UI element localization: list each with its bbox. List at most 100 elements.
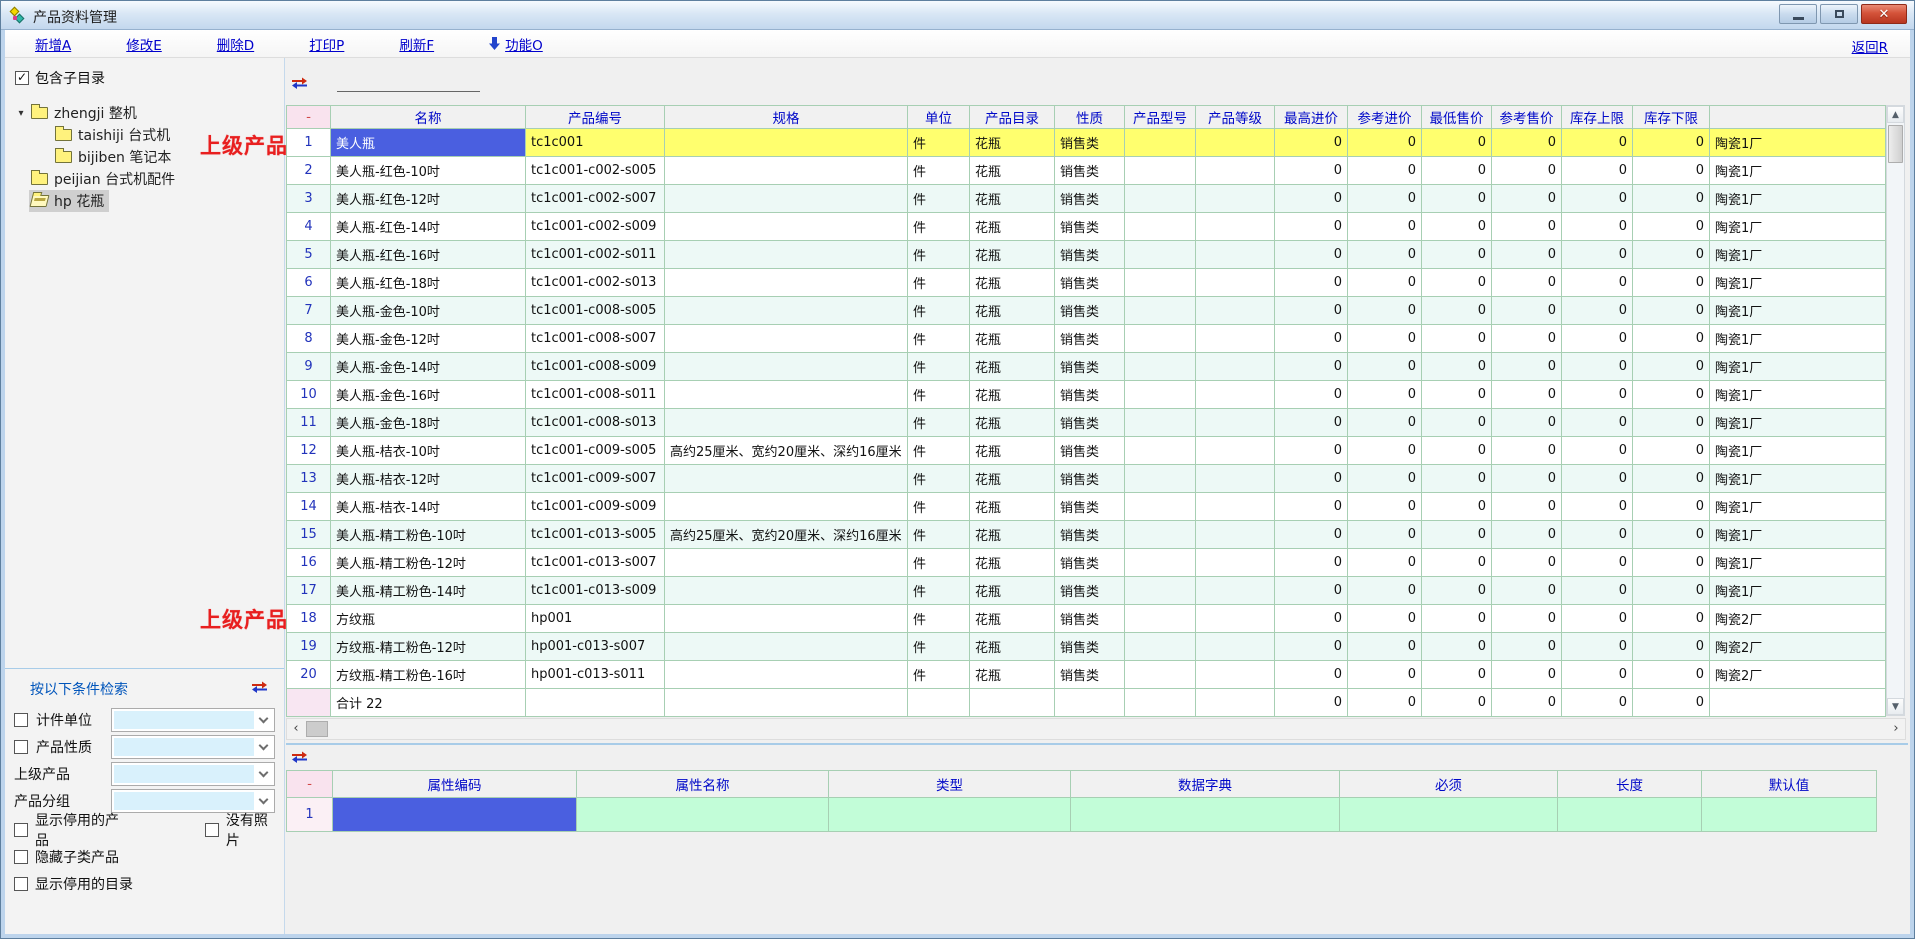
table-cell[interactable]	[1125, 325, 1196, 353]
table-cell[interactable]: 11	[287, 409, 331, 437]
table-cell[interactable]: 美人瓶-金色-10吋	[331, 297, 526, 325]
table-cell[interactable]: 花瓶	[970, 577, 1055, 605]
column-header-最低售价[interactable]: 最低售价	[1422, 106, 1492, 129]
table-cell[interactable]	[577, 798, 829, 832]
table-cell[interactable]	[1196, 633, 1275, 661]
table-cell[interactable]: 0	[1422, 213, 1492, 241]
table-cell[interactable]: 销售类	[1055, 129, 1125, 157]
table-cell[interactable]: 美人瓶-金色-18吋	[331, 409, 526, 437]
table-cell[interactable]: 0	[1633, 325, 1710, 353]
table-cell[interactable]: 花瓶	[970, 661, 1055, 689]
table-cell[interactable]: 件	[908, 577, 970, 605]
vertical-scrollbar[interactable]: ▲ ▼	[1886, 105, 1905, 716]
table-cell[interactable]: 7	[287, 297, 331, 325]
filter-input[interactable]	[337, 72, 480, 92]
table-cell[interactable]: 件	[908, 437, 970, 465]
table-cell[interactable]: 件	[908, 297, 970, 325]
table-cell[interactable]: 0	[1492, 157, 1562, 185]
table-cell[interactable]	[1196, 129, 1275, 157]
table-cell[interactable]: 0	[1275, 185, 1348, 213]
swap-icon[interactable]	[251, 679, 268, 693]
table-cell[interactable]: 0	[1275, 661, 1348, 689]
scroll-up-icon[interactable]: ▲	[1887, 106, 1904, 123]
table-cell[interactable]: 陶瓷1厂	[1710, 241, 1886, 269]
table-cell[interactable]	[1340, 798, 1558, 832]
table-cell[interactable]: 件	[908, 325, 970, 353]
table-cell[interactable]: 0	[1348, 577, 1422, 605]
table-cell[interactable]	[665, 129, 908, 157]
table-cell[interactable]: 销售类	[1055, 325, 1125, 353]
table-cell[interactable]: 陶瓷1厂	[1710, 269, 1886, 297]
table-cell[interactable]	[665, 661, 908, 689]
table-cell[interactable]: 15	[287, 521, 331, 549]
search-dropdown-1[interactable]	[111, 708, 275, 732]
table-cell[interactable]: 方纹瓶-精工粉色-12吋	[331, 633, 526, 661]
table-cell[interactable]: 0	[1562, 241, 1633, 269]
table-cell[interactable]	[1196, 269, 1275, 297]
table-cell[interactable]	[1125, 409, 1196, 437]
table-cell[interactable]: 0	[1633, 577, 1710, 605]
table-cell[interactable]: 美人瓶-金色-16吋	[331, 381, 526, 409]
table-cell[interactable]: 花瓶	[970, 157, 1055, 185]
table-cell[interactable]: 0	[1348, 129, 1422, 157]
table-row-9[interactable]: 9美人瓶-金色-14吋tc1c001-c008-s009件花瓶销售类000000…	[287, 353, 1886, 381]
table-cell[interactable]: 0	[1275, 409, 1348, 437]
table-cell[interactable]	[1196, 353, 1275, 381]
table-cell[interactable]: 0	[1422, 381, 1492, 409]
table-cell[interactable]: 花瓶	[970, 381, 1055, 409]
table-cell[interactable]: 花瓶	[970, 493, 1055, 521]
table-cell[interactable]: 0	[1562, 437, 1633, 465]
table-cell[interactable]: 0	[1348, 605, 1422, 633]
table-cell[interactable]: 美人瓶-桔衣-12吋	[331, 465, 526, 493]
table-cell[interactable]: 0	[1422, 521, 1492, 549]
table-cell[interactable]: 0	[1492, 185, 1562, 213]
table-cell[interactable]: 陶瓷1厂	[1710, 577, 1886, 605]
table-cell[interactable]: 件	[908, 521, 970, 549]
table-cell[interactable]: 件	[908, 157, 970, 185]
table-cell[interactable]: 0	[1422, 605, 1492, 633]
table-cell[interactable]: 陶瓷1厂	[1710, 157, 1886, 185]
table-cell[interactable]: 件	[908, 213, 970, 241]
table-cell[interactable]: 美人瓶	[331, 129, 526, 157]
table-cell[interactable]: 0	[1275, 521, 1348, 549]
table-cell[interactable]: 销售类	[1055, 493, 1125, 521]
table-cell[interactable]: 0	[1633, 437, 1710, 465]
table-cell[interactable]: 0	[1492, 493, 1562, 521]
table-cell[interactable]: 0	[1422, 185, 1492, 213]
table-cell[interactable]: 0	[1492, 213, 1562, 241]
table-cell[interactable]: 0	[1492, 521, 1562, 549]
table-cell[interactable]	[1125, 157, 1196, 185]
table-cell[interactable]	[665, 577, 908, 605]
table-cell[interactable]: 件	[908, 605, 970, 633]
table-cell[interactable]: 12	[287, 437, 331, 465]
table-cell[interactable]: 0	[1633, 185, 1710, 213]
table-cell[interactable]: 0	[1562, 157, 1633, 185]
table-cell[interactable]	[1558, 798, 1702, 832]
table-cell[interactable]: 18	[287, 605, 331, 633]
table-cell[interactable]	[665, 549, 908, 577]
table-cell[interactable]	[665, 269, 908, 297]
table-cell[interactable]: 0	[1422, 353, 1492, 381]
table-cell[interactable]	[1196, 409, 1275, 437]
table-cell[interactable]: 0	[1348, 437, 1422, 465]
table-cell[interactable]: 0	[1348, 185, 1422, 213]
table-cell[interactable]: 销售类	[1055, 577, 1125, 605]
table-cell[interactable]: tc1c001-c008-s011	[526, 381, 665, 409]
column-header-blank[interactable]	[1710, 106, 1886, 129]
scroll-down-icon[interactable]: ▼	[1887, 698, 1904, 715]
table-cell[interactable]: 8	[287, 325, 331, 353]
table-cell[interactable]: 0	[1422, 465, 1492, 493]
table-cell[interactable]: 0	[1492, 269, 1562, 297]
table-cell[interactable]: 花瓶	[970, 325, 1055, 353]
table-cell[interactable]: 0	[1492, 549, 1562, 577]
horizontal-scrollbar[interactable]: ‹ ›	[286, 718, 1906, 740]
table-cell[interactable]: 陶瓷1厂	[1710, 409, 1886, 437]
table-cell[interactable]: 件	[908, 549, 970, 577]
table-cell[interactable]: 0	[1633, 661, 1710, 689]
table-cell[interactable]	[1196, 493, 1275, 521]
table-row-12[interactable]: 12美人瓶-桔衣-10吋tc1c001-c009-s005高约25厘米、宽约20…	[287, 437, 1886, 465]
table-cell[interactable]	[665, 157, 908, 185]
table-row-6[interactable]: 6美人瓶-红色-18吋tc1c001-c002-s013件花瓶销售类000000…	[287, 269, 1886, 297]
table-cell[interactable]: 0	[1275, 605, 1348, 633]
table-cell[interactable]: 美人瓶-桔衣-10吋	[331, 437, 526, 465]
